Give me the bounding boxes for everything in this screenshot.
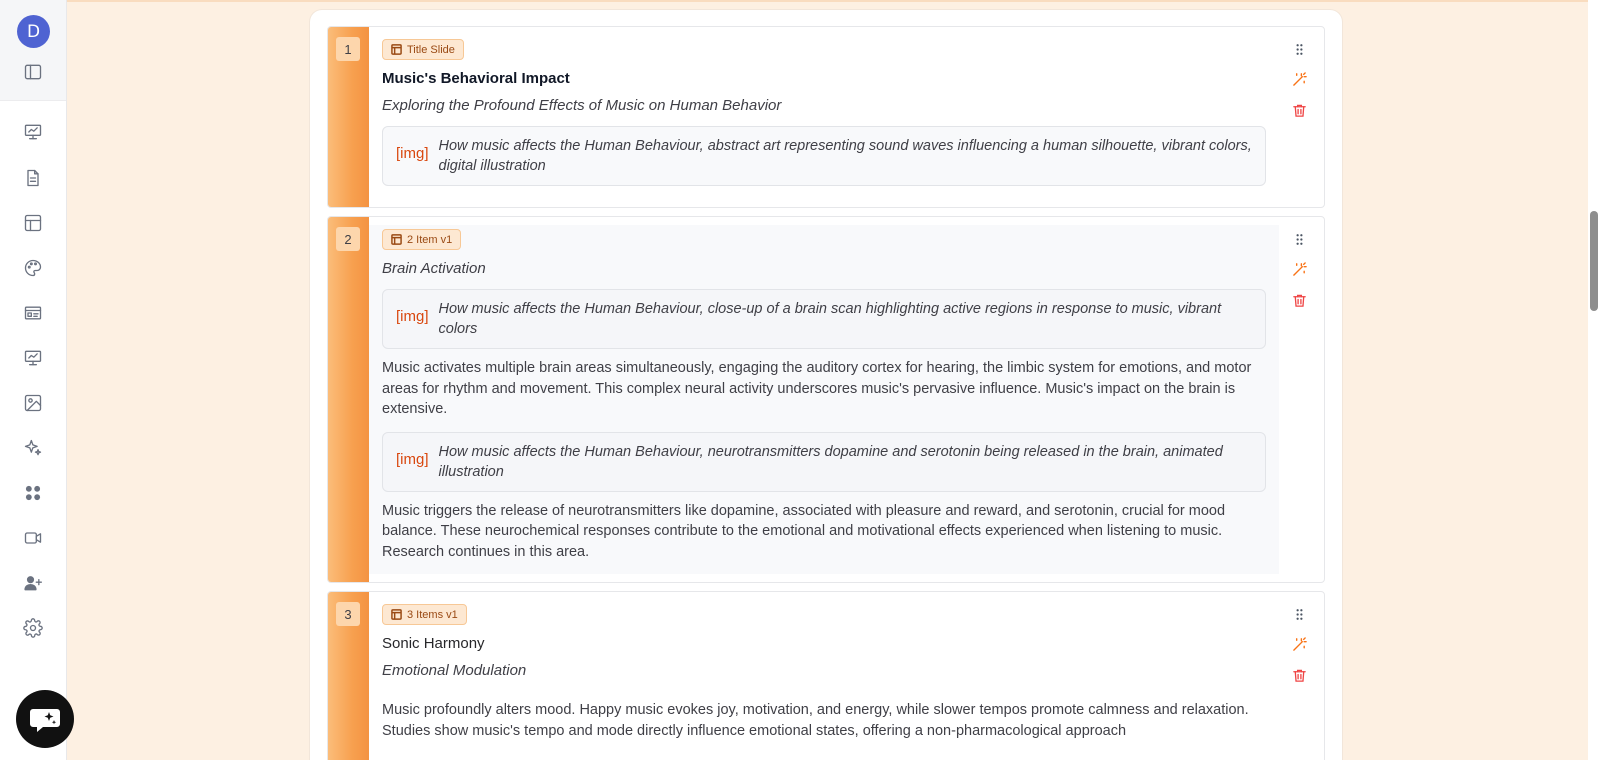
image-prompt-text[interactable]: How music affects the Human Behaviour, n… [439,442,1252,482]
slide-content: 3 Items v1 Sonic Harmony Emotional Modul… [369,592,1279,760]
slide-number: 3 [336,602,360,626]
slide-card-2[interactable]: 2 2 Item v1 Brain Activation [img] How m… [327,216,1325,583]
video-icon[interactable] [22,527,44,549]
image-prompt-text[interactable]: How music affects the Human Behaviour, c… [439,299,1252,339]
palette-icon[interactable] [22,257,44,279]
page-scrollbar-track[interactable] [1588,0,1600,760]
drag-handle-icon[interactable] [1291,41,1307,57]
slide-subtitle[interactable]: Brain Activation [382,260,1266,277]
layout-badge-label: Title Slide [407,43,455,56]
user-plus-icon[interactable] [22,572,44,594]
image-tag: [img] [396,308,429,325]
panel-toggle-icon[interactable] [22,61,44,83]
layout-badge-label: 2 Item v1 [407,233,453,246]
outline-panel: 1 Title Slide Music's Behavioral Impact … [310,10,1342,760]
drag-handle-icon[interactable] [1291,606,1307,622]
image-prompt-block[interactable]: [img] How music affects the Human Behavi… [382,126,1266,186]
slide-content: 2 Item v1 Brain Activation [img] How mus… [369,225,1279,574]
slide-card-3[interactable]: 3 3 Items v1 Sonic Harmony Emotional Mod… [327,591,1325,760]
image-prompt-block[interactable]: [img] How music affects the Human Behavi… [382,289,1266,349]
chat-sparkle-icon [30,709,60,732]
slide-number: 2 [336,227,360,251]
layout-icon [391,44,402,55]
sparkles-icon[interactable] [22,437,44,459]
layout-badge[interactable]: Title Slide [382,39,464,60]
magic-wand-icon[interactable] [1291,261,1307,277]
slide-actions [1279,27,1324,207]
slide-subtitle[interactable]: Exploring the Profound Effects of Music … [382,97,1266,114]
drag-handle-icon[interactable] [1291,231,1307,247]
layout-icon[interactable] [22,212,44,234]
sidebar-header: D [0,0,66,101]
chat-button[interactable] [16,690,74,748]
image-prompt-block[interactable]: [img] How music affects the Human Behavi… [382,431,1266,492]
trash-icon[interactable] [1291,292,1307,308]
layout-icon [391,609,402,620]
slide-card-1[interactable]: 1 Title Slide Music's Behavioral Impact … [327,26,1325,208]
slide-color-bar [328,217,369,582]
slide-subtitle[interactable]: Emotional Modulation [382,662,1266,679]
magic-wand-icon[interactable] [1291,636,1307,652]
presentation-chart-icon-2[interactable] [22,347,44,369]
layout-badge[interactable]: 3 Items v1 [382,604,467,625]
settings-gear-icon[interactable] [22,617,44,639]
slide-paragraph[interactable]: Music profoundly alters mood. Happy musi… [382,700,1266,741]
image-icon[interactable] [22,392,44,414]
image-tag: [img] [396,450,429,468]
layout-badge[interactable]: 2 Item v1 [382,229,462,250]
slide-title[interactable]: Music's Behavioral Impact [382,70,1266,87]
avatar[interactable]: D [17,15,50,48]
slide-actions [1279,592,1324,760]
slide-content: Title Slide Music's Behavioral Impact Ex… [369,27,1279,207]
slide-actions [1279,217,1324,582]
layout-icon [391,234,402,245]
sidebar: D [0,0,67,760]
slide-number: 1 [336,37,360,61]
magic-wand-icon[interactable] [1291,71,1307,87]
slide-paragraph[interactable]: Music triggers the release of neurotrans… [382,501,1266,563]
page-scrollbar-thumb[interactable] [1590,211,1598,311]
apps-grid-icon[interactable] [22,482,44,504]
presentation-chart-icon[interactable] [22,121,44,143]
slide-paragraph[interactable]: Music activates multiple brain areas sim… [382,358,1266,420]
slide-title[interactable]: Sonic Harmony [382,635,1266,652]
layout-badge-label: 3 Items v1 [407,608,458,621]
trash-icon[interactable] [1291,102,1307,118]
trash-icon[interactable] [1291,667,1307,683]
slides-card-icon[interactable] [22,302,44,324]
image-tag: [img] [396,145,429,162]
top-accent-line [0,0,1600,2]
image-prompt-text[interactable]: How music affects the Human Behaviour, a… [439,136,1252,176]
document-icon[interactable] [22,167,44,189]
